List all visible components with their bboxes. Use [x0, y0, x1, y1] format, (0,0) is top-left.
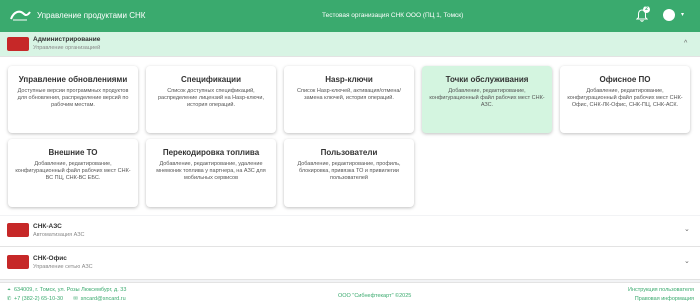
footer-email[interactable]: sncard@sncard.ru [81, 296, 126, 302]
section-title: СНК-Офис [33, 255, 67, 262]
section-header-snk-azs[interactable]: СНК-АЗС Автоматизация АЗС ⌄ [0, 216, 700, 247]
product-logo-icon [7, 37, 29, 51]
section-subtitle: Управление сетью АЗС [33, 264, 93, 270]
admin-cards-grid: Управление обновлениями Доступные версии… [0, 57, 700, 215]
card-description: Добавление, редактирование, конфигурацио… [15, 161, 131, 181]
link-user-manual[interactable]: Инструкция пользователя [628, 287, 694, 293]
card-description: Добавление, редактирование, удаление мне… [156, 161, 266, 181]
footer-copyright: ООО "Сибнефтекарт" ©2025 [338, 293, 412, 299]
card-fuel-recoding[interactable]: Перекодировка топлива Добавление, редакт… [146, 139, 276, 207]
page-footer: ⌖ 634009, г. Томск, ул. Розы Люксембург, … [0, 282, 700, 307]
chevron-down-icon[interactable]: ▾ [681, 11, 684, 18]
phone-icon: ✆ [6, 296, 12, 302]
company-logo-icon[interactable] [9, 8, 31, 22]
footer-address: ⌖ 634009, г. Томск, ул. Розы Люксембург, … [7, 287, 127, 293]
card-title: Перекодировка топлива [162, 148, 260, 157]
card-title: Управление обновлениями [18, 75, 128, 84]
link-legal-info[interactable]: Правовая информация [635, 296, 694, 302]
section-title: Администрирование [33, 36, 101, 43]
card-title: Пользователи [320, 148, 378, 157]
card-title: Hasp-ключи [325, 75, 373, 84]
card-description: Добавление, редактирование, конфигурацио… [429, 88, 545, 108]
section-header-snk-office[interactable]: СНК-Офис Управление сетью АЗС ⌄ [0, 247, 700, 280]
section-title: СНК-АЗС [33, 223, 62, 230]
top-app-bar: Управление продуктами СНК Тестовая орган… [0, 0, 700, 32]
card-description: Список доступных спецификаций, распредел… [158, 88, 264, 108]
section-subtitle: Управление организацией [33, 45, 101, 51]
card-description: Доступные версии программных продуктов д… [17, 88, 129, 108]
card-description: Список Hasp-ключей, активация/отмена/зам… [297, 88, 401, 101]
product-logo-icon [7, 255, 29, 269]
notification-count-badge: 2 [643, 6, 650, 13]
user-avatar[interactable] [663, 9, 675, 21]
card-description: Добавление, редактирование, конфигурацио… [567, 88, 683, 108]
card-service-points[interactable]: Точки обслуживания Добавление, редактиро… [422, 66, 552, 133]
product-logo-icon [7, 223, 29, 237]
section-header-administration[interactable]: Администрирование Управление организацие… [0, 32, 700, 57]
card-title: Офисное ПО [599, 75, 651, 84]
location-pin-icon: ⌖ [7, 287, 11, 293]
app-title: Управление продуктами СНК [37, 11, 146, 20]
card-title: Спецификации [180, 75, 242, 84]
organization-name[interactable]: Тестовая организация СНК ООО (ПЦ 1, Томс… [322, 12, 463, 19]
chevron-down-icon[interactable]: ⌄ [684, 257, 690, 265]
card-update-management[interactable]: Управление обновлениями Доступные версии… [8, 66, 138, 133]
mail-icon: ✉ [73, 296, 78, 302]
chevron-up-icon[interactable]: ^ [684, 40, 687, 47]
card-title: Внешние ТО [48, 148, 98, 157]
footer-contacts: ✆ +7 (382-2) 65-10-30 ✉ sncard@sncard.ru [6, 296, 126, 302]
card-hasp-keys[interactable]: Hasp-ключи Список Hasp-ключей, активация… [284, 66, 414, 133]
card-description: Добавление, редактирование, профиль, бло… [297, 161, 401, 181]
card-office-software[interactable]: Офисное ПО Добавление, редактирование, к… [560, 66, 690, 133]
card-external-to[interactable]: Внешние ТО Добавление, редактирование, к… [8, 139, 138, 207]
card-title: Точки обслуживания [445, 75, 529, 84]
card-users[interactable]: Пользователи Добавление, редактирование,… [284, 139, 414, 207]
card-specifications[interactable]: Спецификации Список доступных спецификац… [146, 66, 276, 133]
section-subtitle: Автоматизация АЗС [33, 232, 85, 238]
footer-phone[interactable]: +7 (382-2) 65-10-30 [14, 296, 63, 302]
chevron-down-icon[interactable]: ⌄ [684, 225, 690, 233]
